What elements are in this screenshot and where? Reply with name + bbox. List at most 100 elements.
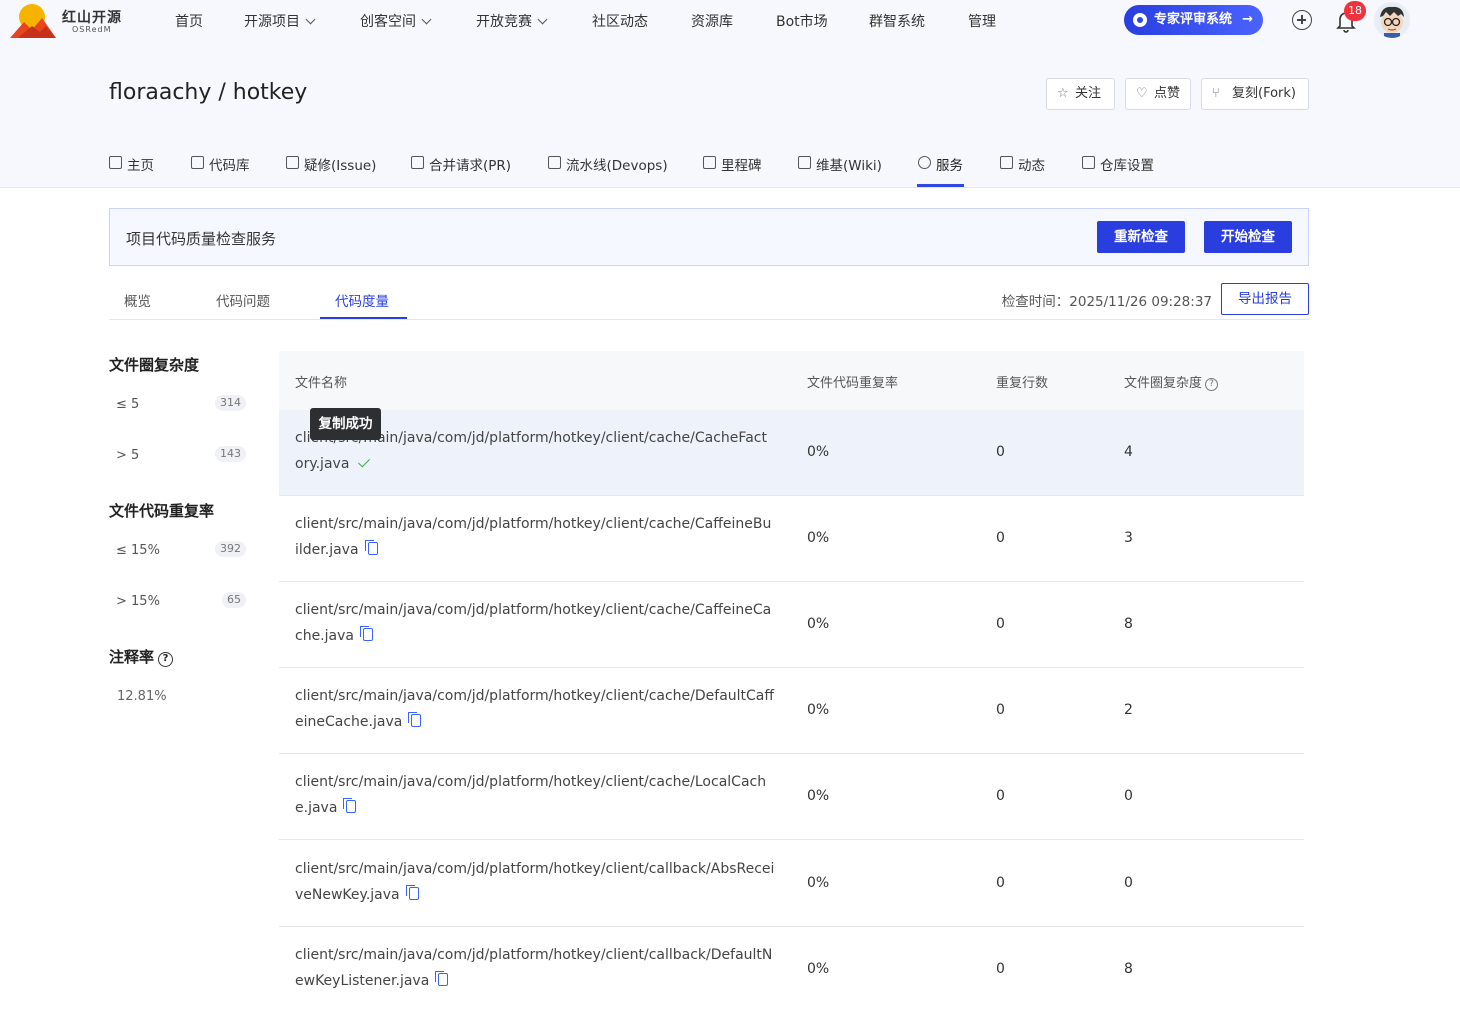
nav-label: 资源库 — [691, 14, 733, 30]
filter-duplication-low[interactable]: ≤ 15% — [116, 543, 160, 558]
expert-review-button[interactable]: 专家评审系统 → — [1124, 5, 1263, 35]
tab-code[interactable]: 代码库 — [191, 154, 250, 174]
notification-badge: 18 — [1344, 1, 1366, 21]
help-icon[interactable]: ? — [1205, 378, 1219, 391]
chevron-down-icon — [421, 14, 432, 25]
start-check-button[interactable]: 开始检查 — [1204, 221, 1292, 253]
tab-issue[interactable]: 疑修(Issue) — [286, 154, 376, 174]
service-title: 项目代码质量检查服务 — [126, 230, 277, 248]
tab-home[interactable]: 主页 — [109, 154, 154, 174]
copy-icon[interactable] — [364, 540, 378, 555]
count-badge: 143 — [215, 446, 246, 462]
dup-rate-cell: 0% — [807, 702, 830, 718]
file-path[interactable]: client/src/main/java/com/jd/platform/hot… — [295, 688, 774, 730]
file-path[interactable]: client/src/main/java/com/jd/platform/hot… — [295, 947, 772, 989]
add-icon[interactable] — [1292, 10, 1312, 30]
table-row[interactable]: client/src/main/java/com/jd/platform/hot… — [279, 754, 1304, 840]
column-header-file: 文件名称 — [295, 376, 348, 391]
help-icon[interactable]: ? — [158, 652, 174, 667]
file-path[interactable]: client/src/main/java/com/jd/platform/hot… — [295, 774, 766, 816]
nav-open-source-projects[interactable]: 开源项目 — [244, 11, 316, 31]
table-row[interactable]: client/src/main/java/com/jd/platform/hot… — [279, 496, 1304, 582]
filter-duplication-high[interactable]: > 15% — [116, 594, 160, 609]
tab-label: 代码库 — [209, 158, 250, 174]
tab-wiki[interactable]: 维基(Wiki) — [798, 154, 882, 174]
nav-resources[interactable]: 资源库 — [691, 11, 733, 31]
active-subtab-indicator — [320, 317, 407, 319]
filter-complexity-high[interactable]: > 5 — [116, 448, 139, 463]
expert-icon — [1133, 13, 1147, 27]
complexity-cell: 8 — [1124, 616, 1133, 632]
repo-title[interactable]: floraachy / hotkey — [109, 80, 307, 105]
site-logo[interactable]: 红山开源 OSRedM — [10, 2, 130, 38]
logo-text: 红山开源 — [62, 10, 122, 26]
tab-label: 流水线(Devops) — [566, 158, 668, 174]
tab-label: 合并请求(PR) — [429, 158, 512, 174]
subtab-code-issues[interactable]: 代码问题 — [216, 290, 270, 310]
tab-label: 维基(Wiki) — [816, 158, 882, 174]
nav-label: 社区动态 — [592, 14, 648, 30]
filter-complexity-low[interactable]: ≤ 5 — [116, 397, 139, 412]
dup-lines-cell: 0 — [996, 616, 1005, 632]
avatar[interactable] — [1374, 2, 1410, 38]
copy-icon[interactable] — [405, 885, 419, 900]
activity-icon — [1000, 156, 1013, 169]
copy-icon[interactable] — [359, 626, 373, 641]
table-row[interactable]: client/src/main/java/com/jd/platform/hot… — [279, 841, 1304, 927]
quality-service-panel: 项目代码质量检查服务 重新检查 开始检查 — [109, 208, 1309, 266]
count-badge: 314 — [215, 395, 246, 411]
file-path[interactable]: client/src/main/java/com/jd/platform/hot… — [295, 861, 774, 903]
nav-crowd-system[interactable]: 群智系统 — [869, 11, 925, 31]
tab-milestone[interactable]: 里程碑 — [703, 154, 762, 174]
tab-label: 里程碑 — [721, 158, 762, 174]
copy-icon[interactable] — [343, 798, 357, 813]
table-row[interactable]: client/src/main/java/com/jd/platform/hot… — [279, 582, 1304, 668]
dup-rate-cell: 0% — [807, 530, 830, 546]
tab-repo-settings[interactable]: 仓库设置 — [1082, 154, 1154, 174]
nav-bot-market[interactable]: Bot市场 — [776, 11, 828, 31]
count-badge: 65 — [222, 592, 246, 608]
table-row[interactable]: client/src/main/java/com/jd/platform/hot… — [279, 410, 1304, 496]
tab-devops[interactable]: 流水线(Devops) — [548, 154, 668, 174]
tab-service[interactable]: 服务 — [918, 154, 963, 174]
file-name-cell: client/src/main/java/com/jd/platform/hot… — [295, 769, 775, 821]
copy-icon[interactable] — [435, 971, 449, 986]
tab-label: 服务 — [936, 158, 963, 174]
nav-maker-space[interactable]: 创客空间 — [360, 11, 432, 31]
export-report-button[interactable]: 导出报告 — [1221, 283, 1309, 315]
like-button[interactable]: ♡ 点赞 — [1125, 78, 1191, 110]
file-path[interactable]: client/src/main/java/com/jd/platform/hot… — [295, 516, 771, 558]
copy-success-tooltip: 复制成功 — [310, 408, 381, 440]
nav-home[interactable]: 首页 — [175, 11, 203, 31]
nav-community-news[interactable]: 社区动态 — [592, 11, 648, 31]
issue-icon — [286, 156, 299, 169]
copy-icon[interactable] — [408, 712, 422, 727]
chevron-down-icon — [537, 14, 548, 25]
nav-label: Bot市场 — [776, 14, 828, 30]
complexity-cell: 8 — [1124, 961, 1133, 977]
file-name-cell: client/src/main/java/com/jd/platform/hot… — [295, 597, 775, 649]
arrow-right-icon: → — [1242, 12, 1253, 27]
watch-button[interactable]: ☆ 关注 — [1046, 78, 1115, 110]
nav-competitions[interactable]: 开放竞赛 — [476, 11, 548, 31]
table-header: 文件名称 文件代码重复率 重复行数 文件圈复杂度? — [279, 351, 1304, 410]
table-row[interactable]: client/src/main/java/com/jd/platform/hot… — [279, 927, 1304, 1011]
file-name-cell: client/src/main/java/com/jd/platform/hot… — [295, 683, 775, 735]
tab-activity[interactable]: 动态 — [1000, 154, 1045, 174]
tab-label: 疑修(Issue) — [304, 158, 377, 174]
recheck-button[interactable]: 重新检查 — [1097, 221, 1185, 253]
pull-request-icon — [411, 156, 424, 169]
complexity-header-label: 文件圈复杂度 — [1124, 376, 1203, 391]
tab-pull-request[interactable]: 合并请求(PR) — [411, 154, 511, 174]
fork-label: 复刻(Fork) — [1232, 86, 1296, 101]
fork-button[interactable]: ⑂ 复刻(Fork) — [1201, 78, 1309, 110]
check-time: 检查时间：2025/11/26 09:28:37 — [1001, 294, 1212, 310]
nav-admin[interactable]: 管理 — [968, 11, 996, 31]
dup-rate-cell: 0% — [807, 788, 830, 804]
subtab-code-metrics[interactable]: 代码度量 — [335, 290, 389, 310]
complexity-cell: 4 — [1124, 444, 1133, 460]
table-row[interactable]: client/src/main/java/com/jd/platform/hot… — [279, 668, 1304, 754]
complexity-cell: 0 — [1124, 875, 1133, 891]
comment-rate-label: 注释率 — [109, 648, 155, 666]
subtab-overview[interactable]: 概览 — [124, 290, 151, 310]
